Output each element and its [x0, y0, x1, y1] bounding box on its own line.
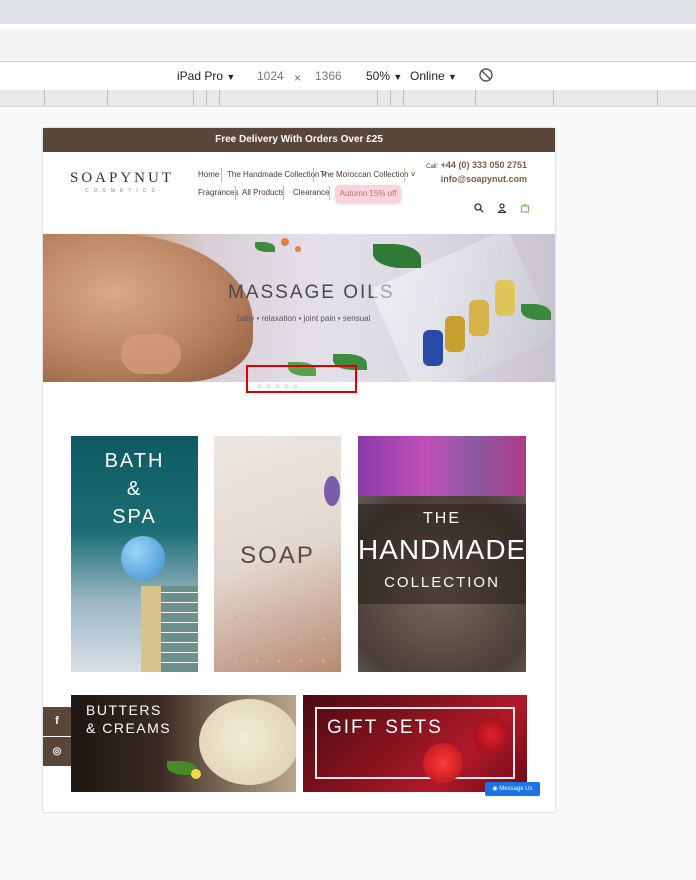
oil-bottle: [423, 330, 443, 366]
nav-fragrances[interactable]: Fragrances: [198, 188, 238, 197]
oil-bottle: [495, 280, 515, 316]
butters-title: BUTTERS & CREAMS: [86, 702, 172, 736]
nav-divider: [404, 168, 405, 182]
flowers-image: [358, 436, 526, 496]
oil-bottle: [445, 316, 465, 352]
rose-image: [473, 717, 509, 753]
nav-divider: [313, 168, 314, 182]
category-butters-creams[interactable]: BUTTERS & CREAMS: [71, 695, 296, 792]
device-height-input[interactable]: 1366: [315, 69, 342, 83]
nav-divider: [221, 168, 222, 182]
gift-sets-title: GIFT SETS: [327, 717, 443, 738]
dimension-separator: ×: [294, 71, 302, 85]
nav-divider: [329, 186, 330, 200]
flower-decoration: [281, 238, 289, 246]
highlight-box: [246, 365, 357, 393]
sale-badge[interactable]: Autumn 15% off: [335, 185, 401, 203]
browser-tab-strip: [0, 0, 696, 24]
flower-decoration: [295, 246, 301, 252]
rose-image: [423, 743, 463, 783]
logo-tagline: COSMETICS: [85, 188, 160, 194]
handmade-title: HANDMADE: [358, 534, 526, 565]
device-toolbar: iPad Pro ▼ 1024 × 1366 50% ▼ Online ▼: [0, 61, 696, 91]
bath-bomb-image: [121, 536, 165, 580]
bath-spa-ampersand: &: [126, 478, 143, 500]
nav-clearance[interactable]: Clearance: [293, 188, 329, 197]
leaf-decoration: [373, 244, 421, 268]
media-query-ruler[interactable]: [0, 90, 696, 107]
instagram-icon[interactable]: ◎: [43, 737, 71, 766]
lavender-image: [324, 476, 340, 506]
network-throttle-select[interactable]: Online ▼: [410, 69, 457, 83]
contact-email[interactable]: info@soapynut.com: [441, 174, 527, 184]
cart-icon[interactable]: [519, 202, 531, 214]
flower-decoration: [191, 769, 201, 779]
category-handmade-collection[interactable]: THE HANDMADE COLLECTION: [358, 436, 526, 672]
account-icon[interactable]: [496, 202, 508, 214]
messenger-label: Message Us: [499, 786, 533, 792]
handmade-subtitle: COLLECTION: [384, 574, 500, 591]
category-soap[interactable]: SOAP: [214, 436, 341, 672]
nav-all-products[interactable]: All Products: [242, 188, 285, 197]
soap-title: SOAP: [240, 542, 315, 569]
hero-photo-hand: [121, 334, 181, 374]
search-icon[interactable]: [473, 202, 485, 214]
handmade-title-the: THE: [423, 510, 461, 527]
leaf-decoration: [255, 242, 275, 252]
category-bath-spa[interactable]: BATH & SPA: [71, 436, 198, 672]
browser-address-area: [0, 30, 696, 58]
rose-petals-image: [224, 606, 334, 666]
hero-subtitle: baby • relaxation • joint pain • sensual: [237, 314, 371, 323]
promo-banner: Free Delivery With Orders Over £25: [43, 128, 555, 152]
site-logo[interactable]: SOAPYNUT: [70, 170, 174, 187]
nav-divider: [283, 186, 284, 200]
device-select[interactable]: iPad Pro ▼: [177, 69, 235, 83]
messenger-button[interactable]: ◉ Message Us: [485, 782, 540, 796]
bath-spa-subtitle: SPA: [112, 506, 157, 528]
category-gift-sets[interactable]: GIFT SETS: [303, 695, 527, 792]
messenger-icon: ◉: [492, 786, 498, 792]
cream-jar-image: [199, 699, 296, 785]
contact-phone[interactable]: Call: +44 (0) 333 050 2751: [426, 160, 527, 170]
nav-divider: [235, 186, 236, 200]
oil-bottle: [469, 300, 489, 336]
nav-handmade-collection[interactable]: The Handmade Collection ˅: [227, 170, 326, 179]
device-viewport: Free Delivery With Orders Over £25 SOAPY…: [43, 128, 555, 812]
facebook-icon[interactable]: f: [43, 707, 71, 736]
device-width-input[interactable]: 1024: [257, 69, 284, 83]
hero-slider[interactable]: MASSAGE OILS baby • relaxation • joint p…: [43, 234, 555, 382]
rotate-icon[interactable]: [478, 67, 494, 86]
bath-spa-title: BATH: [104, 450, 165, 472]
nav-home[interactable]: Home: [198, 170, 219, 179]
bath-towel-image: [141, 586, 161, 672]
zoom-select[interactable]: 50% ▼: [366, 69, 402, 83]
hero-title: MASSAGE OILS: [228, 282, 395, 303]
nav-moroccan-collection[interactable]: The Moroccan Collection ˅: [320, 170, 415, 179]
